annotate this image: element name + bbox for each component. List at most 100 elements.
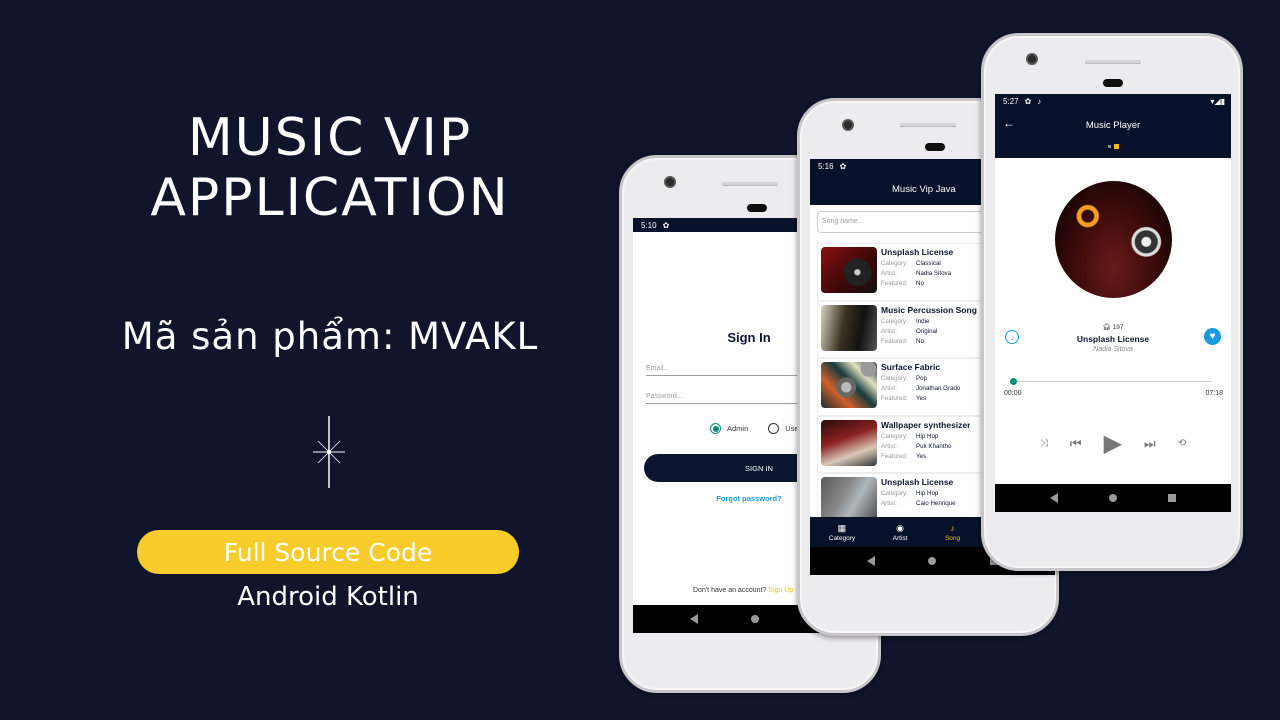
song-title: Unsplash License	[881, 247, 954, 257]
song-title: Wallpaper synthesizer	[881, 419, 971, 430]
radio-admin-label: Admin	[727, 424, 749, 433]
app-title: Music Vip Java	[892, 183, 956, 195]
song-item[interactable]: Unsplash License Category: Classical Arti…	[817, 243, 987, 301]
nav-recents-icon[interactable]	[1167, 494, 1176, 502]
tab-category[interactable]: ▦ Category	[829, 523, 855, 542]
category-label: Category:	[881, 375, 908, 382]
next-icon[interactable]: ⏭︎	[1144, 436, 1156, 452]
tab-song[interactable]: ♪ Song	[945, 523, 960, 542]
song-category: Pop	[916, 375, 928, 382]
signup-link[interactable]: Sign Up	[768, 587, 793, 594]
song-artist: Puk Khantho	[916, 442, 952, 450]
nav-back-icon[interactable]	[689, 614, 698, 624]
speaker-grille	[1085, 60, 1141, 63]
song-featured: Yes	[916, 452, 927, 460]
nav-home-icon[interactable]	[1108, 494, 1117, 502]
favorite-heart-icon[interactable]: ♥	[1204, 328, 1221, 345]
song-featured: No	[916, 337, 924, 345]
category-label: Category:	[881, 260, 908, 267]
settings-icon: ✿	[839, 161, 847, 171]
app-bar: ← Music Player	[995, 108, 1231, 158]
status-bar: 5:27 ✿ ♪ ▾◢▮	[995, 94, 1231, 108]
status-time: 5:16	[818, 161, 834, 171]
song-artist: Caio Henrique	[916, 500, 956, 507]
grid-icon: ▦	[837, 522, 847, 533]
page-dot-active[interactable]	[1113, 144, 1119, 149]
category-label: Category:	[881, 317, 908, 325]
song-item[interactable]: Surface Fabric Category: Pop Artist: Jonat…	[817, 358, 987, 416]
nav-home-icon[interactable]	[751, 615, 760, 623]
status-time: 5:27	[1003, 96, 1019, 106]
duration: 07:18	[1205, 390, 1223, 397]
person-icon: ◉	[896, 522, 904, 533]
song-item[interactable]: Music Percussion Song Category: Indie Art…	[817, 300, 987, 358]
song-artist: Original	[916, 327, 938, 335]
listen-count-value: 197	[1112, 324, 1124, 331]
seek-bar[interactable]	[1010, 378, 1212, 385]
music-note-icon: ♪	[1037, 96, 1042, 106]
previous-icon[interactable]: ⏮︎	[1070, 436, 1082, 452]
song-thumbnail	[821, 304, 877, 351]
front-camera	[842, 119, 854, 131]
platform-label: Android Kotlin	[237, 582, 419, 612]
song-title: Music Percussion Song	[881, 304, 977, 315]
track-title: Unsplash License	[1076, 334, 1150, 344]
speaker-grille	[722, 182, 778, 185]
no-account-text: Don't have an account?	[693, 587, 767, 594]
nav-back-icon[interactable]	[866, 556, 875, 566]
current-time: 00:00	[1004, 390, 1022, 397]
wifi-battery-icon: ▾◢▮	[1210, 96, 1225, 106]
radio-user[interactable]	[768, 423, 780, 434]
sensor	[925, 143, 945, 151]
promo-title: MUSIC VIP APPLICATION	[100, 108, 560, 228]
artist-label: Artist:	[881, 385, 897, 392]
song-featured: Yes	[916, 395, 927, 402]
artist-label: Artist:	[881, 270, 897, 277]
settings-icon: ✿	[1024, 96, 1032, 106]
sensor	[1103, 79, 1123, 87]
front-camera	[664, 176, 676, 188]
android-nav-bar	[995, 484, 1231, 512]
player-screen: 5:27 ✿ ♪ ▾◢▮ ← Music Player ↓ 🎧︎ 197 Uns…	[995, 94, 1231, 512]
song-artist: Nadia Sitova	[916, 270, 952, 277]
front-camera	[1026, 53, 1038, 65]
playback-controls: ⤨ ⏮︎ ▶ ⏭︎ ⟲	[995, 429, 1231, 458]
album-cover	[1055, 181, 1172, 298]
title-line-2: APPLICATION	[150, 168, 510, 228]
song-list: Unsplash License Category: Classical Arti…	[817, 243, 987, 531]
nav-back-icon[interactable]	[1050, 493, 1059, 503]
song-thumbnail	[821, 362, 877, 408]
song-category: Hip Hop	[916, 432, 939, 440]
repeat-icon[interactable]: ⟲	[1178, 438, 1186, 449]
seek-thumb[interactable]	[1010, 378, 1017, 385]
full-source-code-badge: Full Source Code	[137, 530, 519, 574]
featured-label: Featured:	[881, 452, 908, 460]
track-artist: Nadia Sitova	[1093, 346, 1133, 353]
song-title: Unsplash License	[881, 477, 954, 487]
play-icon[interactable]: ▶	[1104, 429, 1122, 458]
nav-home-icon[interactable]	[928, 557, 937, 565]
radio-admin[interactable]	[710, 423, 721, 434]
product-code: Mã sản phẩm: MVAKL	[121, 315, 539, 358]
tab-label: Category	[828, 534, 856, 542]
page-dot[interactable]	[1107, 145, 1111, 148]
featured-label: Featured:	[881, 395, 908, 402]
tab-label: Song	[944, 534, 961, 542]
sparkle-icon	[313, 416, 345, 488]
shuffle-icon[interactable]: ⤨	[1040, 438, 1048, 449]
artist-label: Artist:	[881, 327, 897, 335]
title-line-1: MUSIC VIP	[187, 108, 473, 168]
song-title: Surface Fabric	[881, 362, 941, 372]
page-indicator	[995, 144, 1231, 149]
song-item[interactable]: Wallpaper synthesizer Category: Hip Hop A…	[817, 415, 987, 473]
artist-label: Artist:	[881, 500, 897, 507]
music-note-icon: ♪	[950, 522, 955, 533]
artist-label: Artist:	[881, 442, 897, 450]
category-label: Category:	[881, 432, 908, 440]
promo-banner: MUSIC VIP APPLICATION Mã sản phẩm: MVAKL…	[0, 0, 1280, 720]
featured-label: Featured:	[881, 280, 908, 287]
phone-player: 5:27 ✿ ♪ ▾◢▮ ← Music Player ↓ 🎧︎ 197 Uns…	[981, 33, 1243, 571]
tab-artist[interactable]: ◉ Artist	[893, 523, 908, 542]
song-category: Hip Hop	[916, 490, 939, 497]
song-search-input[interactable]: Song name...	[817, 211, 992, 233]
